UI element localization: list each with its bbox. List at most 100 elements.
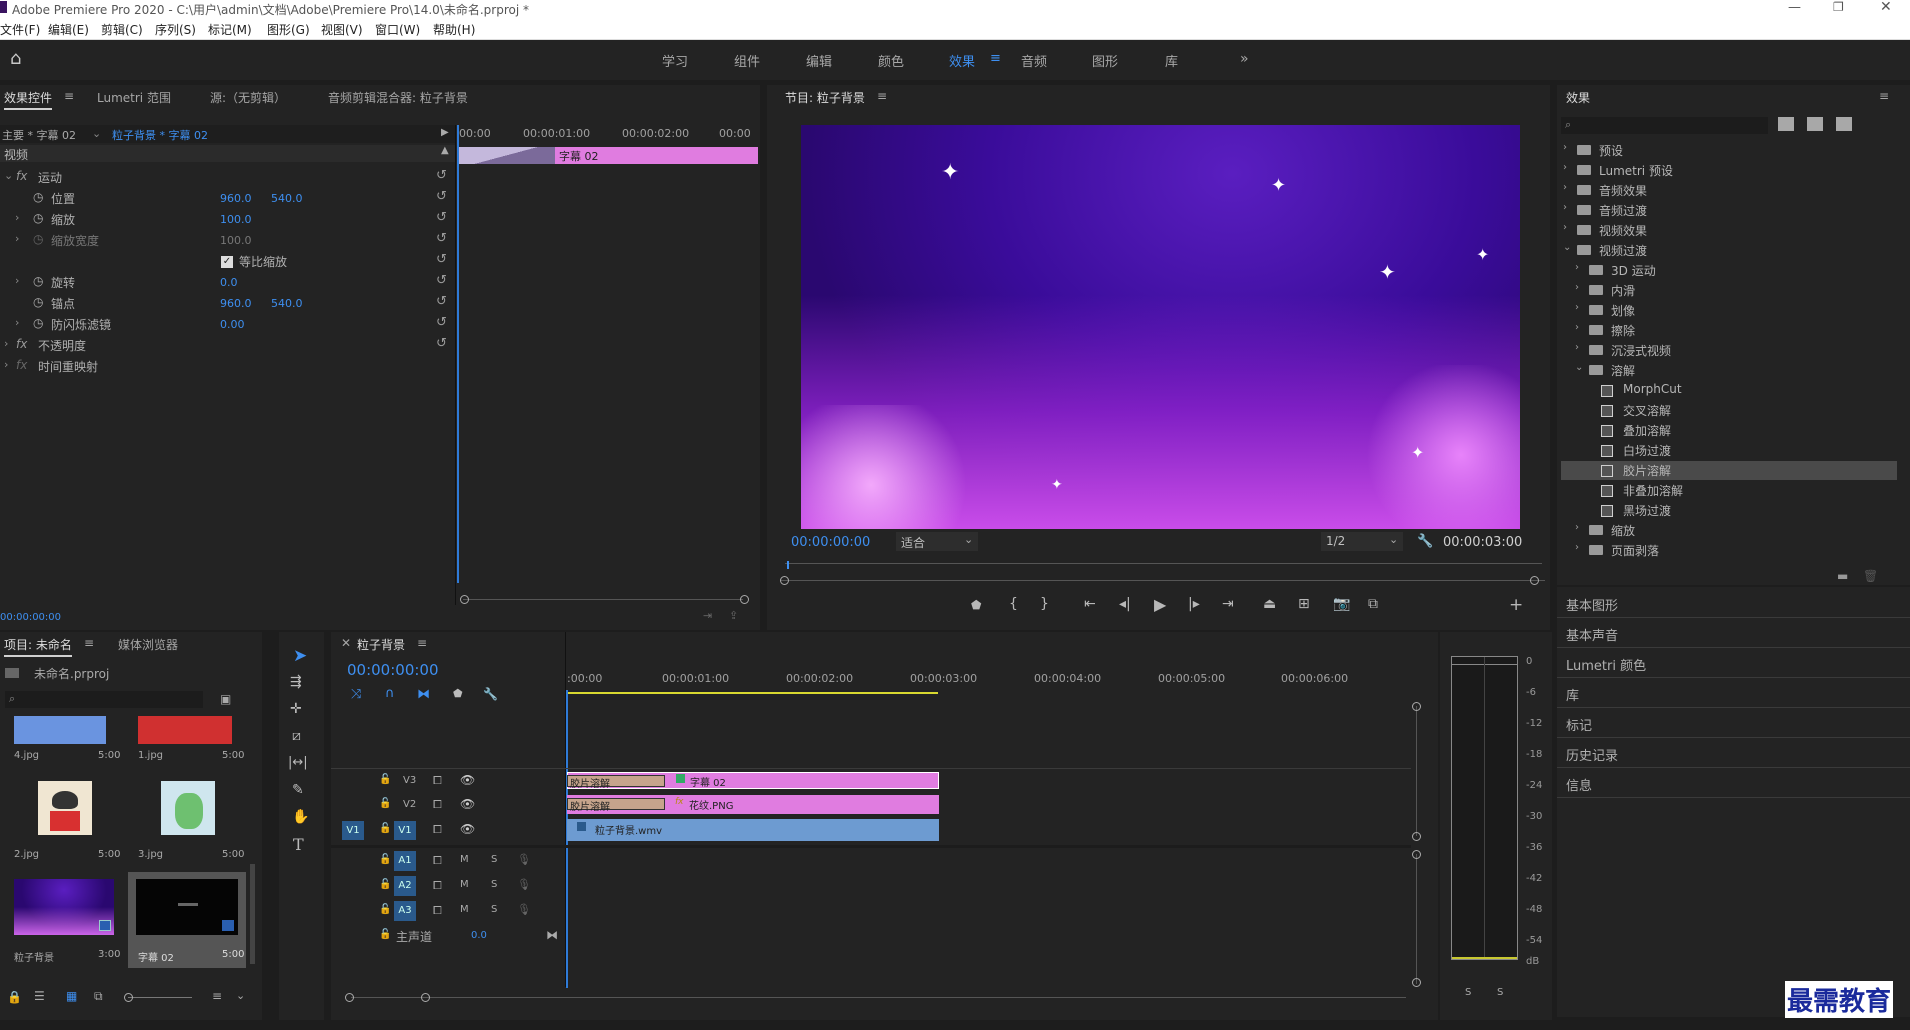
- transition-film-dissolve[interactable]: 胶片溶解: [567, 775, 665, 790]
- position-x-value[interactable]: 960.0: [220, 192, 252, 205]
- tab-media-browser[interactable]: 媒体浏览器: [118, 636, 178, 653]
- linked-selection-icon[interactable]: ⧓: [417, 687, 430, 702]
- restore-icon[interactable]: ❐: [1833, 0, 1844, 14]
- stopwatch-icon[interactable]: ◷: [33, 211, 43, 225]
- audio-scroll-handle[interactable]: [1412, 850, 1421, 859]
- workspace-effects[interactable]: 效果: [949, 51, 975, 70]
- side-panel-essential-sound[interactable]: 基本声音: [1566, 625, 1618, 644]
- extract-icon[interactable]: ⊞: [1298, 596, 1310, 612]
- track-select-tool-icon[interactable]: ⇶: [290, 674, 302, 690]
- step-forward-icon[interactable]: |▸: [1188, 596, 1200, 612]
- new-bin-icon[interactable]: ▬: [1837, 569, 1848, 583]
- effects-panel-title[interactable]: 效果: [1566, 89, 1590, 106]
- panel-menu-icon[interactable]: ≡: [877, 89, 887, 103]
- program-timecode[interactable]: 00:00:00:00: [791, 535, 870, 550]
- chevron-right-icon[interactable]: ›: [1563, 182, 1567, 193]
- tab-project[interactable]: 项目: 未命名: [4, 636, 72, 657]
- stopwatch-icon[interactable]: ◷: [33, 190, 43, 204]
- close-icon[interactable]: ✕: [1880, 0, 1892, 15]
- transition-film-dissolve[interactable]: 胶片溶解: [567, 798, 665, 813]
- fx-badge-icon[interactable]: fx: [16, 169, 27, 183]
- chevron-right-icon[interactable]: ›: [1575, 262, 1579, 273]
- go-to-in-icon[interactable]: ⇤: [1084, 596, 1096, 612]
- add-marker-icon[interactable]: ⬟: [971, 598, 981, 612]
- chevron-right-icon[interactable]: ›: [1575, 542, 1579, 553]
- clip-particle-bg-wmv[interactable]: 粒子背景.wmv: [567, 819, 939, 841]
- type-tool-icon[interactable]: T: [293, 835, 304, 854]
- effects-tree-item[interactable]: ⌄ 视频过渡: [1561, 241, 1897, 260]
- track-target-a1[interactable]: A1: [394, 851, 416, 871]
- sync-lock-icon[interactable]: ⧠: [433, 798, 442, 812]
- effects-tree-item[interactable]: › 音频过渡: [1561, 201, 1897, 220]
- menu-marker[interactable]: 标记(M): [208, 21, 252, 38]
- uniform-scale-checkbox[interactable]: ✓: [221, 256, 233, 268]
- collapse-up-icon[interactable]: ▲: [441, 145, 449, 156]
- chevron-right-icon[interactable]: ›: [1575, 302, 1579, 313]
- workspace-assembly[interactable]: 组件: [734, 51, 760, 70]
- effects-tree-item[interactable]: › 沉浸式视频: [1561, 341, 1897, 360]
- thumbnail-1jpg[interactable]: [138, 716, 232, 744]
- mark-in-icon[interactable]: {: [1009, 596, 1018, 612]
- project-search-input[interactable]: ⌕: [5, 691, 203, 708]
- master-clip-label[interactable]: 主要 * 字幕 02: [2, 127, 76, 143]
- fx-badge-icon[interactable]: fx: [16, 337, 27, 351]
- ec-transition-block[interactable]: [457, 147, 555, 164]
- sequence-tab[interactable]: 粒子背景: [357, 636, 405, 653]
- reset-icon[interactable]: ↺: [436, 210, 447, 225]
- flicker-value[interactable]: 0.00: [220, 318, 245, 331]
- export-frame-icon[interactable]: 📷: [1333, 596, 1350, 612]
- solo-button[interactable]: S: [491, 879, 497, 890]
- wrench-icon[interactable]: 🔧: [483, 687, 498, 701]
- sync-lock-icon[interactable]: ⧠: [433, 879, 442, 893]
- timeline-zoom-handle[interactable]: [345, 993, 354, 1002]
- chevron-right-icon[interactable]: ›: [1563, 162, 1567, 173]
- mute-button[interactable]: M: [460, 854, 469, 865]
- zoom-slider[interactable]: [128, 997, 192, 998]
- side-panel-libraries[interactable]: 库: [1566, 685, 1579, 704]
- stopwatch-icon[interactable]: ◷: [33, 316, 43, 330]
- sync-lock-icon[interactable]: ⧠: [433, 854, 442, 868]
- add-button-icon[interactable]: +: [1509, 595, 1523, 615]
- panel-menu-icon[interactable]: ≡: [84, 636, 94, 650]
- chevron-right-icon[interactable]: ›: [1563, 202, 1567, 213]
- filter-icon[interactable]: ⇥: [703, 609, 712, 622]
- source-patch-v1[interactable]: V1: [342, 821, 364, 840]
- ec-clip-bar[interactable]: 字幕 02: [555, 147, 758, 164]
- eye-icon[interactable]: 👁: [460, 797, 475, 811]
- menu-help[interactable]: 帮助(H): [433, 21, 475, 38]
- sync-lock-icon[interactable]: ⧠: [433, 774, 442, 788]
- effects-tree-item[interactable]: › 预设: [1561, 141, 1897, 160]
- nest-toggle-icon[interactable]: ⤨: [351, 687, 361, 702]
- stopwatch-icon[interactable]: ◷: [33, 295, 43, 309]
- yuv-effects-icon[interactable]: [1836, 117, 1852, 131]
- go-to-out-icon[interactable]: ⇥: [1222, 596, 1234, 612]
- timeline-timecode[interactable]: 00:00:00:00: [347, 661, 439, 679]
- ec-zoom-scrollbar[interactable]: [463, 599, 743, 600]
- project-scrollbar[interactable]: [250, 864, 255, 964]
- lock-icon[interactable]: 🔓: [379, 879, 391, 890]
- menu-edit[interactable]: 编辑(E): [48, 21, 89, 38]
- menu-view[interactable]: 视图(V): [321, 21, 363, 38]
- zoom-slider-handle[interactable]: [124, 993, 133, 1002]
- wrench-icon[interactable]: 🔧: [1417, 534, 1433, 549]
- thumbnail-particle-bg[interactable]: [14, 879, 114, 935]
- anchor-x-value[interactable]: 960.0: [220, 297, 252, 310]
- tab-audio-clip-mixer[interactable]: 音频剪辑混合器: 粒子背景: [328, 89, 468, 106]
- effects-tree-item[interactable]: 叠加溶解: [1561, 421, 1897, 440]
- workspace-graphics[interactable]: 图形: [1092, 51, 1118, 70]
- side-panel-lumetri-color[interactable]: Lumetri 颜色: [1566, 655, 1646, 674]
- workspace-audio[interactable]: 音频: [1021, 51, 1047, 70]
- play-audio-icon[interactable]: ▶: [441, 127, 449, 138]
- reset-icon[interactable]: ↺: [436, 273, 447, 288]
- menu-graphics[interactable]: 图形(G): [267, 21, 310, 38]
- master-volume-value[interactable]: 0.0: [471, 930, 487, 941]
- compare-view-icon[interactable]: ⧉: [1368, 596, 1378, 612]
- panel-menu-icon[interactable]: ≡: [417, 636, 427, 650]
- menu-sequence[interactable]: 序列(S): [155, 21, 196, 38]
- export-icon[interactable]: ⇪: [729, 609, 738, 622]
- sync-lock-icon[interactable]: ⧠: [433, 823, 442, 837]
- opacity-chevron-icon[interactable]: ›: [4, 337, 8, 350]
- reset-icon[interactable]: ↺: [436, 168, 447, 183]
- ec-timecode[interactable]: 00:00:00:00: [0, 612, 61, 623]
- mute-button[interactable]: M: [460, 879, 469, 890]
